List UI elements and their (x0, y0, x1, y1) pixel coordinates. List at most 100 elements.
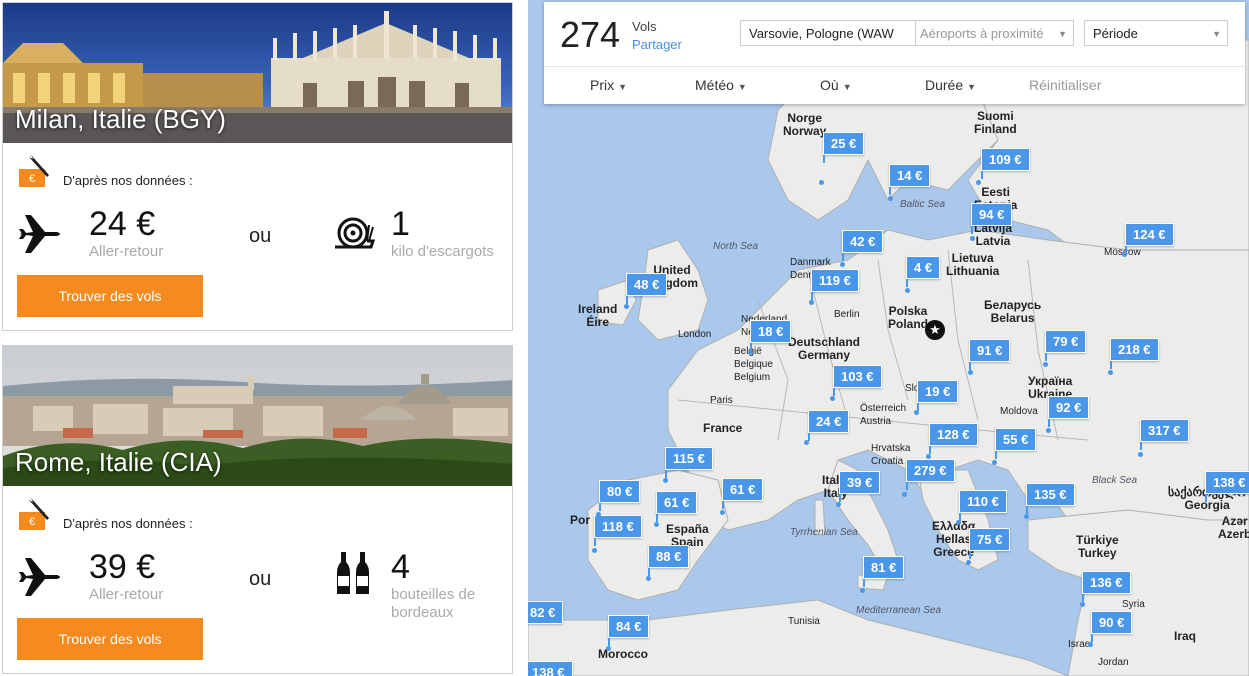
price-pin[interactable]: 61 € (722, 478, 764, 509)
price-pin[interactable]: 88 € (648, 545, 690, 576)
airport-dot[interactable] (956, 520, 961, 525)
price-pin[interactable]: 39 € (839, 471, 881, 502)
fact-row: 39 € Aller-retour ou 4 bouteilles de bor… (17, 546, 507, 621)
airport-dot[interactable] (970, 236, 975, 241)
airport-dot[interactable] (926, 454, 931, 459)
airport-dot[interactable] (720, 510, 725, 515)
chevron-down-icon: ▼ (842, 82, 852, 92)
price-pin[interactable]: 19 € (917, 380, 959, 411)
filter-where[interactable]: Où ▼ (820, 77, 852, 93)
airport-dot[interactable] (663, 478, 668, 483)
price-pin[interactable]: 75 € (969, 528, 1011, 559)
airport-dot[interactable] (809, 300, 814, 305)
nearby-airports-select[interactable]: Aéroports à proximité ▼ (916, 20, 1074, 46)
airport-dot[interactable] (905, 288, 910, 293)
reset-filters-button[interactable]: Réinitialiser (1029, 77, 1101, 93)
airport-dot[interactable] (902, 492, 907, 497)
airport-dot[interactable] (654, 522, 659, 527)
search-panel: 274 Vols Partager Varsovie, Pologne (WAW… (544, 2, 1245, 104)
price-pin[interactable]: 218 € (1110, 338, 1159, 369)
price-pin[interactable]: 24 € (808, 410, 850, 441)
price-pin[interactable]: 110 € (959, 490, 1007, 521)
price-pin[interactable]: 42 € (842, 230, 884, 261)
find-flights-button[interactable]: Trouver des vols (17, 275, 203, 317)
price-pin[interactable]: 115 € (665, 447, 713, 478)
price-pin[interactable]: 119 € (811, 269, 859, 300)
price-pin[interactable]: 84 € (608, 615, 650, 646)
airport-dot[interactable] (624, 304, 629, 309)
price-pin[interactable]: 25 € (823, 132, 865, 163)
airport-dot[interactable] (976, 180, 981, 185)
origin-input[interactable]: Varsovie, Pologne (WAW (740, 20, 916, 46)
price-pin[interactable]: 317 € (1140, 419, 1189, 450)
price-pin[interactable]: 14 € (889, 164, 931, 195)
price-pin[interactable]: 4 € (906, 256, 941, 287)
price-pin[interactable]: 18 € (750, 320, 792, 351)
filter-price[interactable]: Prix ▼ (590, 77, 627, 93)
price-pin[interactable]: 80 € (599, 480, 641, 511)
price-pin[interactable]: 90 € (1091, 611, 1133, 642)
airport-dot[interactable] (596, 512, 601, 517)
alternative-quantity: 1 (391, 205, 410, 243)
airport-dot[interactable] (888, 196, 893, 201)
airport-dot[interactable] (1046, 428, 1051, 433)
airport-dot[interactable] (992, 460, 997, 465)
price-pin[interactable]: 109 € (981, 148, 1030, 179)
airport-dot[interactable] (606, 646, 611, 651)
airport-dot[interactable] (1080, 602, 1085, 607)
country-label-norway: Norge Norway (783, 111, 827, 138)
price-pin[interactable]: 136 € (1082, 571, 1131, 602)
country-label-france: France (703, 421, 743, 435)
price-pin[interactable]: 138 € (1205, 471, 1249, 502)
airport-dot[interactable] (592, 548, 597, 553)
airport-dot[interactable] (646, 576, 651, 581)
fact-row: 24 € Aller-retour ou 1 kilo d'escargots (17, 203, 507, 273)
airport-dot[interactable] (1024, 514, 1029, 519)
price-pin[interactable]: 82 € (528, 601, 564, 624)
airport-dot[interactable] (966, 560, 971, 565)
airport-dot[interactable] (860, 588, 865, 593)
period-select[interactable]: Période ▼ (1084, 20, 1228, 46)
airport-dot[interactable] (968, 370, 973, 375)
filter-weather[interactable]: Météo ▼ (695, 77, 747, 93)
price-pin[interactable]: 48 € (626, 273, 668, 304)
airport-dot[interactable] (748, 350, 753, 355)
price-pin[interactable]: 81 € (863, 556, 905, 587)
price-pin[interactable]: 279 € (906, 459, 955, 490)
price-pin[interactable]: 79 € (1045, 330, 1087, 361)
airport-dot[interactable] (819, 180, 824, 185)
price-pin[interactable]: 103 € (833, 365, 882, 396)
airport-dot[interactable] (830, 396, 835, 401)
price-pin[interactable]: 118 € (594, 515, 642, 546)
price-pin[interactable]: 91 € (969, 339, 1011, 370)
rome-hero-image[interactable]: Rome, Italie (CIA) (3, 346, 512, 486)
price-pin[interactable]: 55 € (995, 428, 1037, 459)
airport-dot[interactable] (1122, 252, 1127, 257)
price-pin[interactable]: 135 € (1026, 483, 1075, 514)
price-pin[interactable]: 138 € (528, 661, 573, 676)
find-flights-button[interactable]: Trouver des vols (17, 618, 203, 660)
alternative-description: kilo d'escargots (391, 243, 494, 260)
snail-icon (335, 217, 375, 249)
price-pin[interactable]: 128 € (929, 423, 978, 454)
airport-dot[interactable] (914, 410, 919, 415)
price-subtitle: Aller-retour (89, 586, 164, 603)
airport-dot[interactable] (804, 440, 809, 445)
airport-dot[interactable] (840, 262, 845, 267)
airport-dot[interactable] (1088, 642, 1093, 647)
country-label-lithuania: Lietuva Lithuania (946, 251, 1000, 278)
destination-card-milan: Milan, Italie (BGY) € D'après nos donnée… (2, 2, 513, 331)
origin-airport-marker[interactable]: ★ (925, 320, 945, 340)
airport-dot[interactable] (1043, 362, 1048, 367)
alternative-quantity: 4 (391, 548, 410, 586)
price-pin[interactable]: 92 € (1048, 396, 1090, 427)
airport-dot[interactable] (1108, 370, 1113, 375)
milan-hero-image[interactable]: Milan, Italie (BGY) (3, 3, 512, 143)
airport-dot[interactable] (836, 502, 841, 507)
price-pin[interactable]: 61 € (656, 491, 698, 522)
price-pin[interactable]: 124 € (1125, 223, 1174, 254)
share-link[interactable]: Partager (632, 37, 682, 52)
airport-dot[interactable] (1138, 452, 1143, 457)
filter-duration[interactable]: Durée ▼ (925, 77, 976, 93)
price-pin[interactable]: 94 € (971, 203, 1013, 234)
